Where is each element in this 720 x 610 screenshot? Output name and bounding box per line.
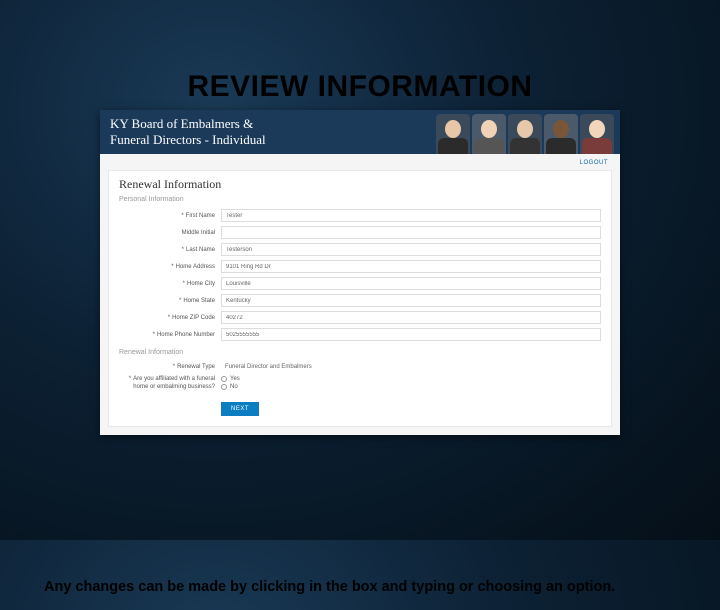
radio-label: Yes — [230, 376, 240, 382]
home-phone-field[interactable] — [221, 328, 601, 341]
label-home-zip: *Home ZIP Code — [119, 315, 221, 321]
label-home-phone: *Home Phone Number — [119, 332, 221, 338]
label-text: Home Phone Number — [157, 332, 215, 338]
label-first-name: *First Name — [119, 213, 221, 219]
label-text: Home Address — [176, 264, 215, 270]
home-city-field[interactable] — [221, 277, 601, 290]
form-card: Renewal Information Personal Information… — [108, 170, 612, 427]
row-home-address: *Home Address — [119, 260, 601, 273]
slide-title: REVIEW INFORMATION — [0, 70, 720, 104]
last-name-field[interactable] — [221, 243, 601, 256]
home-zip-field[interactable] — [221, 311, 601, 324]
header-line2: Funeral Directors - Individual — [110, 132, 266, 147]
app-header: KY Board of Embalmers & Funeral Director… — [100, 110, 620, 154]
app-header-title: KY Board of Embalmers & Funeral Director… — [110, 116, 266, 149]
label-home-city: *Home City — [119, 281, 221, 287]
row-home-city: *Home City — [119, 277, 601, 290]
label-text: First Name — [186, 213, 215, 219]
person-icon — [472, 114, 506, 154]
first-name-field[interactable] — [221, 209, 601, 222]
app-content: LOGOUT Renewal Information Personal Info… — [100, 154, 620, 435]
topbar: LOGOUT — [108, 158, 612, 170]
card-title: Renewal Information — [119, 177, 601, 192]
label-text: Renewal Type — [177, 364, 215, 370]
label-text: Middle Initial — [182, 230, 215, 236]
row-affiliated: *Are you affiliated with a funeral home … — [119, 376, 601, 392]
slide-caption: Any changes can be made by clicking in t… — [44, 578, 676, 596]
row-first-name: *First Name — [119, 209, 601, 222]
label-home-state: *Home State — [119, 298, 221, 304]
label-text: Home City — [187, 281, 215, 287]
row-home-zip: *Home ZIP Code — [119, 311, 601, 324]
app-screenshot: KY Board of Embalmers & Funeral Director… — [100, 110, 620, 435]
affiliated-no[interactable]: No — [221, 384, 601, 390]
row-last-name: *Last Name — [119, 243, 601, 256]
label-text: Are you affiliated with a funeral home o… — [133, 376, 215, 390]
radio-icon — [221, 376, 227, 382]
middle-initial-field[interactable] — [221, 226, 601, 239]
header-line1: KY Board of Embalmers & — [110, 116, 253, 131]
affiliated-yes[interactable]: Yes — [221, 376, 601, 382]
section-renewal: Renewal Information — [119, 349, 601, 356]
home-state-field[interactable] — [221, 294, 601, 307]
label-text: Home State — [183, 298, 215, 304]
row-renewal-type: *Renewal Type Funeral Director and Embal… — [119, 362, 601, 372]
label-text: Home ZIP Code — [172, 315, 215, 321]
row-home-phone: *Home Phone Number — [119, 328, 601, 341]
section-personal: Personal Information — [119, 196, 601, 203]
person-icon — [544, 114, 578, 154]
logout-link[interactable]: LOGOUT — [580, 160, 608, 166]
row-middle-initial: Middle Initial — [119, 226, 601, 239]
home-address-field[interactable] — [221, 260, 601, 273]
label-renewal-type: *Renewal Type — [119, 364, 221, 370]
person-icon — [508, 114, 542, 154]
header-people — [436, 114, 614, 154]
person-icon — [580, 114, 614, 154]
label-home-address: *Home Address — [119, 264, 221, 270]
row-home-state: *Home State — [119, 294, 601, 307]
label-text: Last Name — [186, 247, 215, 253]
radio-label: No — [230, 384, 238, 390]
label-middle-initial: Middle Initial — [119, 230, 221, 236]
label-affiliated: *Are you affiliated with a funeral home … — [119, 376, 221, 392]
label-last-name: *Last Name — [119, 247, 221, 253]
affiliated-radio-group: Yes No — [221, 376, 601, 392]
next-button[interactable]: NEXT — [221, 402, 259, 416]
radio-icon — [221, 384, 227, 390]
person-icon — [436, 114, 470, 154]
renewal-type-value: Funeral Director and Embalmers — [221, 362, 601, 372]
